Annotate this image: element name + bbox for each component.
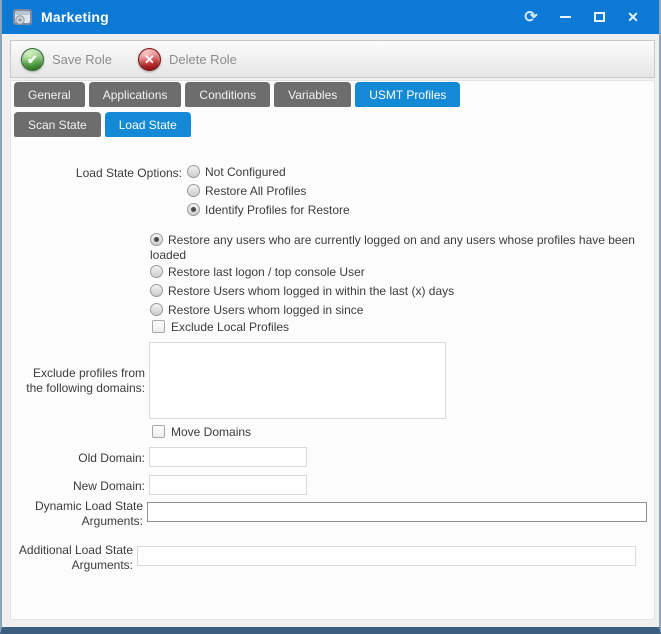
new-domain-input[interactable]: [149, 475, 307, 495]
dynamic-args-label: Dynamic Load State Arguments:: [22, 499, 143, 529]
radio-icon: [187, 184, 200, 197]
checkbox-move-domains[interactable]: Move Domains: [152, 425, 251, 440]
save-check-icon: ✔: [21, 48, 44, 71]
radio-restore-last-logon[interactable]: Restore last logon / top console User: [150, 265, 365, 280]
radio-restore-last-x-days[interactable]: Restore Users whom logged in within the …: [150, 284, 454, 299]
radio-label: Restore All Profiles: [205, 184, 306, 198]
tab-variables[interactable]: Variables: [274, 82, 351, 107]
radio-label: Restore Users whom logged in since: [168, 303, 363, 317]
tab-applications[interactable]: Applications: [89, 82, 182, 107]
marketing-role-window: Marketing ⟳ ✕ ✔ Save Role ✕ Delete Role …: [0, 0, 661, 634]
radio-not-configured[interactable]: Not Configured: [187, 165, 286, 180]
main-tab-bar: General Applications Conditions Variable…: [14, 82, 460, 107]
delete-x-icon: ✕: [138, 48, 161, 71]
app-window-icon: [12, 7, 34, 27]
titlebar: Marketing ⟳ ✕: [2, 0, 659, 34]
radio-label: Restore Users whom logged in within the …: [168, 284, 454, 298]
radio-icon-selected: [150, 233, 163, 246]
save-role-button[interactable]: ✔ Save Role: [21, 48, 112, 71]
checkbox-icon: [152, 320, 165, 333]
delete-role-label: Delete Role: [169, 52, 237, 67]
toolbar: ✔ Save Role ✕ Delete Role: [10, 40, 655, 78]
refresh-button[interactable]: ⟳: [521, 7, 541, 27]
delete-role-button[interactable]: ✕ Delete Role: [138, 48, 237, 71]
dynamic-args-input[interactable]: [147, 502, 647, 522]
checkbox-label: Exclude Local Profiles: [171, 320, 289, 334]
close-icon: ✕: [627, 9, 639, 26]
old-domain-input[interactable]: [149, 447, 307, 467]
tab-general[interactable]: General: [14, 82, 85, 107]
radio-icon-selected: [187, 203, 200, 216]
usmt-sub-tab-bar: Scan State Load State: [14, 112, 191, 137]
additional-args-input[interactable]: [137, 546, 636, 566]
load-state-options-label: Load State Options:: [22, 166, 182, 181]
tab-usmt-profiles[interactable]: USMT Profiles: [355, 82, 460, 107]
radio-label: Restore last logon / top console User: [168, 265, 365, 279]
radio-restore-since[interactable]: Restore Users whom logged in since: [150, 303, 363, 318]
radio-restore-logged-on-users[interactable]: Restore any users who are currently logg…: [150, 233, 647, 263]
tab-load-state[interactable]: Load State: [105, 112, 191, 137]
tab-scan-state[interactable]: Scan State: [14, 112, 101, 137]
exclude-domains-label: Exclude profiles from the following doma…: [22, 366, 145, 396]
radio-restore-all-profiles[interactable]: Restore All Profiles: [187, 184, 306, 199]
radio-identify-profiles[interactable]: Identify Profiles for Restore: [187, 203, 350, 218]
radio-icon: [150, 265, 163, 278]
maximize-button[interactable]: [589, 7, 609, 27]
radio-label: Not Configured: [205, 165, 286, 179]
maximize-icon: [594, 12, 605, 22]
new-domain-label: New Domain:: [22, 479, 145, 494]
radio-label: Restore any users who are currently logg…: [150, 233, 635, 262]
radio-icon: [187, 165, 200, 178]
checkbox-label: Move Domains: [171, 425, 251, 439]
additional-args-label: Additional Load State Arguments:: [12, 543, 133, 573]
exclude-domains-textarea[interactable]: [149, 342, 446, 419]
tab-conditions[interactable]: Conditions: [185, 82, 270, 107]
minimize-icon: [560, 16, 571, 18]
close-button[interactable]: ✕: [623, 7, 643, 27]
old-domain-label: Old Domain:: [22, 451, 145, 466]
refresh-icon: ⟳: [524, 7, 537, 27]
radio-icon: [150, 284, 163, 297]
checkbox-icon: [152, 425, 165, 438]
checkbox-exclude-local-profiles[interactable]: Exclude Local Profiles: [152, 320, 289, 335]
window-title: Marketing: [41, 9, 109, 25]
save-role-label: Save Role: [52, 52, 112, 67]
minimize-button[interactable]: [555, 7, 575, 27]
radio-label: Identify Profiles for Restore: [205, 203, 350, 217]
radio-icon: [150, 303, 163, 316]
